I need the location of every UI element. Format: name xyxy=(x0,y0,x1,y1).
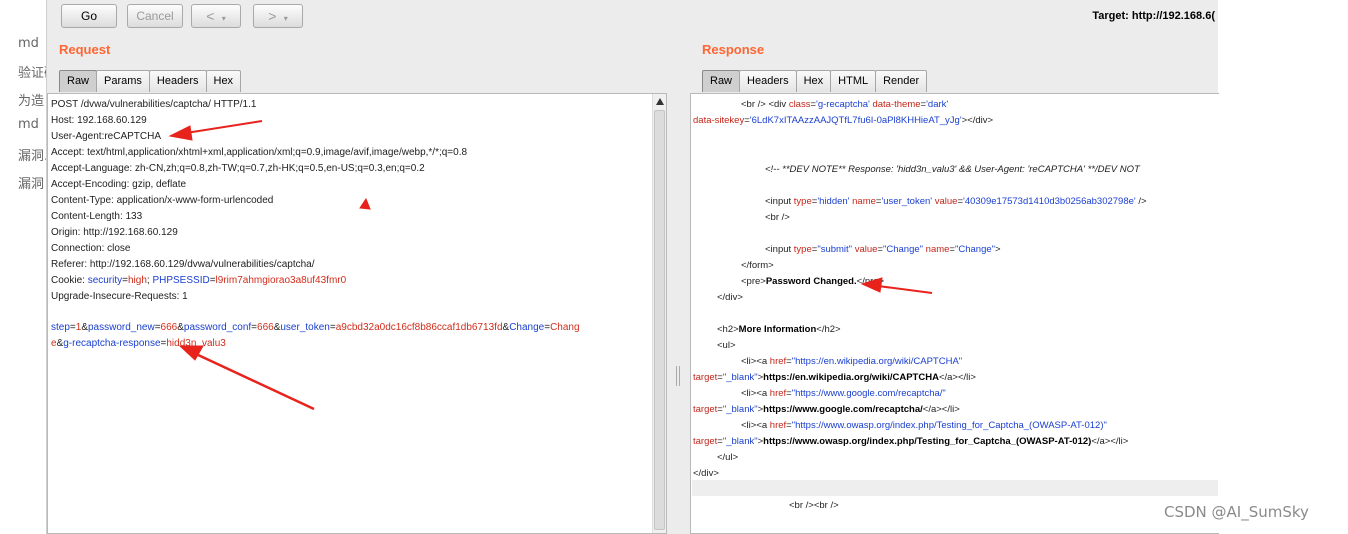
response-line: data-sitekey='6LdK7xITAAzzAAJQTfL7fu6I-0… xyxy=(693,115,994,126)
tab-raw[interactable]: Raw xyxy=(702,70,741,92)
body-line: e&g-recaptcha-response=hidd3n_valu3 xyxy=(51,338,226,349)
response-line: <li><a href="https://www.google.com/reca… xyxy=(741,388,946,399)
request-line: User-Agent:reCAPTCHA xyxy=(51,131,162,142)
response-line: <h2>More Information</h2> xyxy=(717,324,841,335)
tab-hex[interactable]: Hex xyxy=(205,70,242,92)
request-editor[interactable]: POST /dvwa/vulnerabilities/captcha/ HTTP… xyxy=(47,93,667,534)
highlight-row xyxy=(692,480,1218,496)
bg-text: 漏洞 xyxy=(18,177,45,192)
scroll-thumb[interactable] xyxy=(654,110,665,530)
bg-text: md xyxy=(18,36,39,51)
request-scrollbar[interactable] xyxy=(652,94,666,533)
request-line: Content-Type: application/x-www-form-url… xyxy=(51,195,274,206)
response-line: <li><a href="https://www.owasp.org/index… xyxy=(741,420,1107,431)
response-line: <br /><br /> xyxy=(789,500,839,511)
tab-headers[interactable]: Headers xyxy=(739,70,797,92)
tab-render[interactable]: Render xyxy=(875,70,928,92)
cancel-button[interactable]: Cancel xyxy=(127,4,183,28)
password-changed-line: <pre>Password Changed.</pre> xyxy=(741,276,885,287)
watermark: CSDN @AI_SumSky xyxy=(1164,503,1309,521)
bg-text: 为造 xyxy=(18,94,45,109)
request-title: Request xyxy=(59,42,111,57)
response-line: target="_blank">https://en.wikipedia.org… xyxy=(693,372,976,383)
back-button[interactable]: < ▾ xyxy=(191,4,241,28)
request-line: Host: 192.168.60.129 xyxy=(51,115,147,126)
back-arrow-icon: < xyxy=(206,8,215,24)
go-button[interactable]: Go xyxy=(61,4,117,28)
tab-hex[interactable]: Hex xyxy=(795,70,832,92)
response-title: Response xyxy=(702,42,765,57)
response-line: <li><a href="https://en.wikipedia.org/wi… xyxy=(741,356,963,367)
forward-button[interactable]: > ▾ xyxy=(253,4,303,28)
bg-text: 漏洞. xyxy=(18,149,49,164)
response-editor[interactable]: <br /> <div class='g-recaptcha' data-the… xyxy=(690,93,1219,534)
request-line: Origin: http://192.168.60.129 xyxy=(51,227,178,238)
response-line: target="_blank">https://www.owasp.org/in… xyxy=(693,436,1129,447)
scroll-up-icon[interactable] xyxy=(656,98,664,105)
chevron-down-icon: ▾ xyxy=(283,14,288,23)
request-tabs: Raw Params Headers Hex xyxy=(59,70,242,92)
response-line: target="_blank">https://www.google.com/r… xyxy=(693,404,960,415)
response-line: <br /> xyxy=(765,212,790,223)
tab-headers[interactable]: Headers xyxy=(148,70,207,92)
tab-raw[interactable]: Raw xyxy=(59,70,98,92)
response-line: <ul> xyxy=(717,340,736,351)
dev-note-comment: <!-- **DEV NOTE** Response: 'hidd3n_valu… xyxy=(765,164,1140,175)
response-line: </form> xyxy=(741,260,774,271)
response-tabs: Raw Headers Hex HTML Render xyxy=(702,70,928,92)
response-line: </div> xyxy=(693,468,719,479)
request-line: Accept-Language: zh-CN,zh;q=0.8,zh-TW;q=… xyxy=(51,163,425,174)
tab-html[interactable]: HTML xyxy=(830,70,877,92)
response-line: </div> xyxy=(717,292,743,303)
chevron-down-icon: ▾ xyxy=(221,14,226,23)
response-line: <input type="submit" value="Change" name… xyxy=(765,244,1001,255)
request-line: POST /dvwa/vulnerabilities/captcha/ HTTP… xyxy=(51,99,257,110)
request-line: Accept: text/html,application/xhtml+xml,… xyxy=(51,147,468,158)
burp-repeater-window: Go Cancel < ▾ > ▾ Target: http://192.168… xyxy=(46,0,1219,534)
target-label[interactable]: Target: http://192.168.6( xyxy=(1092,10,1215,22)
background-page: md 验证码 为造 md 漏洞. 漏洞 xyxy=(0,0,57,534)
grip-icon xyxy=(676,366,680,386)
forward-arrow-icon: > xyxy=(268,8,277,24)
request-line: Content-Length: 133 xyxy=(51,211,143,222)
response-line: <br /> <div class='g-recaptcha' data-the… xyxy=(741,99,949,110)
response-line: <input type='hidden' name='user_token' v… xyxy=(765,196,1147,207)
cookie-line: Cookie: security=high; PHPSESSID=l9rim7a… xyxy=(51,275,347,286)
body-line: step=1&password_new=666&password_conf=66… xyxy=(51,322,580,333)
bg-text: md xyxy=(18,117,39,132)
request-line: Upgrade-Insecure-Requests: 1 xyxy=(51,291,188,302)
request-line: Connection: close xyxy=(51,243,131,254)
tab-params[interactable]: Params xyxy=(96,70,150,92)
request-line: Referer: http://192.168.60.129/dvwa/vuln… xyxy=(51,259,315,270)
split-divider[interactable] xyxy=(675,36,681,534)
toolbar: Go Cancel < ▾ > ▾ Target: http://192.168… xyxy=(47,0,1219,36)
request-line: Accept-Encoding: gzip, deflate xyxy=(51,179,187,190)
response-line: </ul> xyxy=(717,452,739,463)
